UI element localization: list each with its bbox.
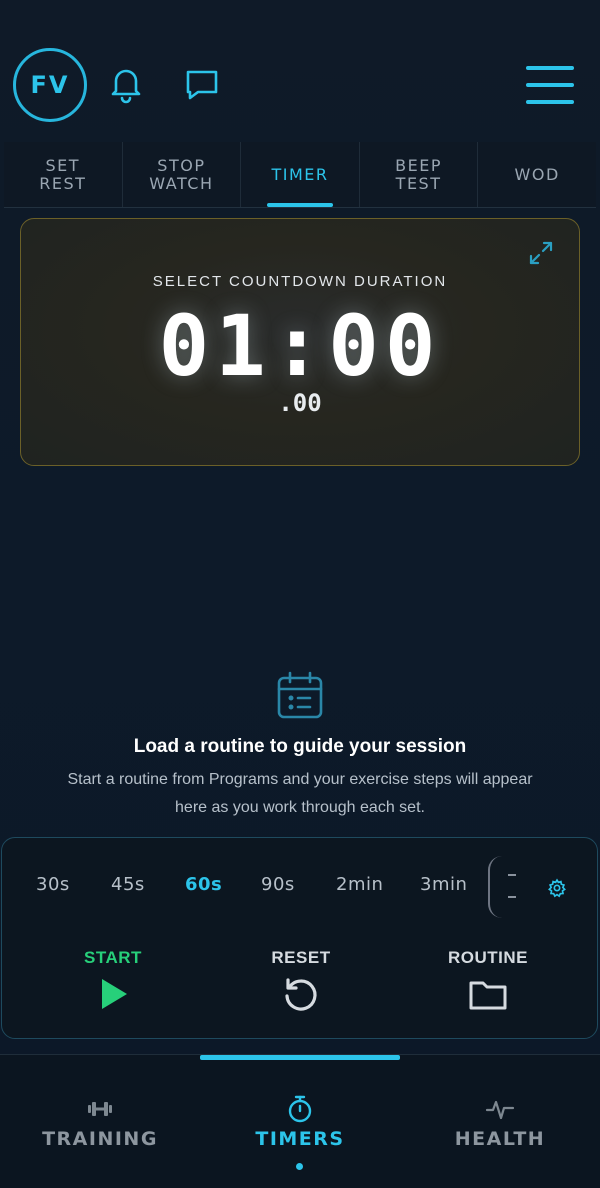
timer-label: SELECT COUNTDOWN DURATION [152, 273, 448, 290]
stopwatch-icon [288, 1095, 312, 1123]
play-icon [102, 979, 127, 1009]
reset-label: RESET [271, 948, 331, 967]
routine-button[interactable]: ROUTINE [428, 948, 548, 1014]
nav-timers[interactable]: TIMERS [200, 1094, 400, 1150]
reset-button[interactable]: RESET [241, 948, 361, 1014]
menu-icon[interactable] [526, 66, 574, 104]
preset-3min[interactable]: 3min [420, 874, 467, 895]
tab-timer[interactable]: TIMER [241, 142, 360, 207]
preset-60s[interactable]: 60s [185, 874, 222, 895]
start-button[interactable]: START [53, 948, 173, 1014]
app-header: FV [0, 0, 600, 142]
tab-wod[interactable]: WOD [478, 142, 596, 207]
mode-tabs: SET REST STOP WATCH TIMER BEEP TEST WOD [4, 142, 596, 208]
folder-icon [469, 981, 507, 1010]
nav-health[interactable]: HEALTH [400, 1094, 600, 1150]
dumbbell-icon [88, 1102, 112, 1116]
start-label: START [84, 948, 142, 967]
routine-label: ROUTINE [448, 948, 528, 967]
tab-set-rest[interactable]: SET REST [4, 142, 123, 207]
expand-icon[interactable] [527, 239, 555, 267]
nav-active-dot [296, 1163, 303, 1170]
timer-digits: 01:00 [158, 297, 442, 395]
nav-training-label: TRAINING [42, 1128, 158, 1150]
nav-active-indicator [200, 1055, 400, 1060]
preset-30s[interactable]: 30s [36, 874, 70, 895]
tab-stopwatch[interactable]: STOP WATCH [122, 142, 242, 207]
gear-icon[interactable] [547, 878, 567, 898]
preset-45s[interactable]: 45s [111, 874, 145, 895]
preset-2min[interactable]: 2min [336, 874, 383, 895]
bell-icon[interactable] [108, 64, 144, 104]
avatar[interactable]: FV [13, 48, 87, 122]
chat-icon[interactable] [184, 64, 220, 104]
preset-90s[interactable]: 90s [261, 874, 295, 895]
timer-control-panel: 30s 45s 60s 90s 2min 3min START RESET RO… [1, 837, 598, 1039]
custom-preset-slot[interactable] [488, 856, 518, 918]
activity-icon [485, 1100, 515, 1120]
nav-training[interactable]: TRAINING [0, 1094, 200, 1150]
calendar-list-icon [276, 670, 324, 720]
timer-milliseconds: .00 [278, 389, 322, 417]
nav-timers-label: TIMERS [255, 1128, 345, 1150]
timer-display-card[interactable]: SELECT COUNTDOWN DURATION 01:00 .00 [20, 218, 580, 466]
tab-beep-test[interactable]: BEEP TEST [359, 142, 479, 207]
nav-health-label: HEALTH [454, 1128, 546, 1150]
routine-description: Start a routine from Programs and your e… [67, 771, 533, 816]
routine-title: Load a routine to guide your session [133, 736, 467, 757]
reset-icon [285, 978, 317, 1011]
